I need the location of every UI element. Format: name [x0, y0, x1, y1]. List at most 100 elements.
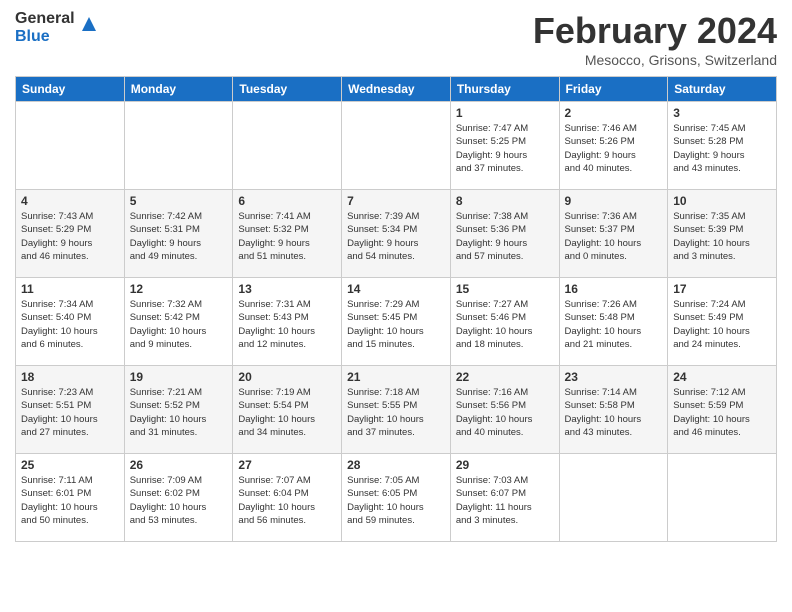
day-number: 17: [673, 282, 771, 296]
day-info: Sunrise: 7:45 AM Sunset: 5:28 PM Dayligh…: [673, 122, 771, 175]
calendar-cell: [668, 454, 777, 542]
calendar-day-header: Saturday: [668, 77, 777, 102]
calendar-cell: [342, 102, 451, 190]
day-number: 13: [238, 282, 336, 296]
logo-blue-text: Blue: [15, 28, 75, 46]
calendar-cell: [124, 102, 233, 190]
calendar-week-row: 25 Sunrise: 7:11 AM Sunset: 6:01 PM Dayli…: [16, 454, 777, 542]
calendar-cell: 27 Sunrise: 7:07 AM Sunset: 6:04 PM Dayli…: [233, 454, 342, 542]
calendar-cell: 15Sunrise: 7:27 AM Sunset: 5:46 PM Dayli…: [450, 278, 559, 366]
calendar-cell: 28 Sunrise: 7:05 AM Sunset: 6:05 PM Dayli…: [342, 454, 451, 542]
calendar-cell: 24 Sunrise: 7:12 AM Sunset: 5:59 PM Dayli…: [668, 366, 777, 454]
logo-icon: [78, 13, 100, 35]
day-number: 29: [456, 458, 554, 472]
calendar-cell: 17 Sunrise: 7:24 AM Sunset: 5:49 PM Dayli…: [668, 278, 777, 366]
day-info: Sunrise: 7:18 AM Sunset: 5:55 PM Dayligh…: [347, 386, 445, 439]
day-number: 1: [456, 106, 554, 120]
day-info: Sunrise: 7:36 AM Sunset: 5:37 PM Dayligh…: [565, 210, 663, 263]
day-number: 8: [456, 194, 554, 208]
calendar-day-header: Sunday: [16, 77, 125, 102]
day-number: 23: [565, 370, 663, 384]
calendar-cell: 4 Sunrise: 7:43 AM Sunset: 5:29 PM Daylig…: [16, 190, 125, 278]
day-info: Sunrise: 7:05 AM Sunset: 6:05 PM Dayligh…: [347, 474, 445, 527]
calendar-cell: 18 Sunrise: 7:23 AM Sunset: 5:51 PM Dayli…: [16, 366, 125, 454]
day-info: Sunrise: 7:29 AM Sunset: 5:45 PM Dayligh…: [347, 298, 445, 351]
calendar-cell: 12Sunrise: 7:32 AM Sunset: 5:42 PM Dayli…: [124, 278, 233, 366]
day-info: Sunrise: 7:31 AM Sunset: 5:43 PM Dayligh…: [238, 298, 336, 351]
month-title: February 2024: [533, 10, 777, 52]
calendar-cell: 7 Sunrise: 7:39 AM Sunset: 5:34 PM Daylig…: [342, 190, 451, 278]
day-number: 15: [456, 282, 554, 296]
day-number: 2: [565, 106, 663, 120]
calendar-week-row: 4 Sunrise: 7:43 AM Sunset: 5:29 PM Daylig…: [16, 190, 777, 278]
day-number: 25: [21, 458, 119, 472]
day-number: 27: [238, 458, 336, 472]
calendar-cell: 10 Sunrise: 7:35 AM Sunset: 5:39 PM Dayli…: [668, 190, 777, 278]
day-info: Sunrise: 7:26 AM Sunset: 5:48 PM Dayligh…: [565, 298, 663, 351]
day-number: 6: [238, 194, 336, 208]
calendar-day-header: Friday: [559, 77, 668, 102]
calendar-week-row: 1 Sunrise: 7:47 AM Sunset: 5:25 PM Daylig…: [16, 102, 777, 190]
day-number: 14: [347, 282, 445, 296]
calendar-cell: 22Sunrise: 7:16 AM Sunset: 5:56 PM Dayli…: [450, 366, 559, 454]
calendar-cell: 19 Sunrise: 7:21 AM Sunset: 5:52 PM Dayli…: [124, 366, 233, 454]
day-number: 11: [21, 282, 119, 296]
header: General Blue February 2024 Mesocco, Gris…: [15, 10, 777, 68]
day-info: Sunrise: 7:07 AM Sunset: 6:04 PM Dayligh…: [238, 474, 336, 527]
calendar-cell: [16, 102, 125, 190]
day-info: Sunrise: 7:21 AM Sunset: 5:52 PM Dayligh…: [130, 386, 228, 439]
day-info: Sunrise: 7:16 AM Sunset: 5:56 PM Dayligh…: [456, 386, 554, 439]
calendar-cell: 29Sunrise: 7:03 AM Sunset: 6:07 PM Dayli…: [450, 454, 559, 542]
location: Mesocco, Grisons, Switzerland: [533, 52, 777, 68]
day-info: Sunrise: 7:11 AM Sunset: 6:01 PM Dayligh…: [21, 474, 119, 527]
day-info: Sunrise: 7:38 AM Sunset: 5:36 PM Dayligh…: [456, 210, 554, 263]
calendar-day-header: Monday: [124, 77, 233, 102]
day-number: 21: [347, 370, 445, 384]
day-info: Sunrise: 7:19 AM Sunset: 5:54 PM Dayligh…: [238, 386, 336, 439]
calendar-cell: [233, 102, 342, 190]
day-info: Sunrise: 7:46 AM Sunset: 5:26 PM Dayligh…: [565, 122, 663, 175]
day-number: 19: [130, 370, 228, 384]
day-number: 12: [130, 282, 228, 296]
day-info: Sunrise: 7:41 AM Sunset: 5:32 PM Dayligh…: [238, 210, 336, 263]
day-info: Sunrise: 7:12 AM Sunset: 5:59 PM Dayligh…: [673, 386, 771, 439]
day-info: Sunrise: 7:47 AM Sunset: 5:25 PM Dayligh…: [456, 122, 554, 175]
title-section: February 2024 Mesocco, Grisons, Switzerl…: [533, 10, 777, 68]
calendar-cell: 25 Sunrise: 7:11 AM Sunset: 6:01 PM Dayli…: [16, 454, 125, 542]
calendar-week-row: 18 Sunrise: 7:23 AM Sunset: 5:51 PM Dayli…: [16, 366, 777, 454]
calendar-cell: 6 Sunrise: 7:41 AM Sunset: 5:32 PM Daylig…: [233, 190, 342, 278]
day-number: 18: [21, 370, 119, 384]
day-number: 24: [673, 370, 771, 384]
calendar-cell: 3 Sunrise: 7:45 AM Sunset: 5:28 PM Daylig…: [668, 102, 777, 190]
calendar-cell: 13 Sunrise: 7:31 AM Sunset: 5:43 PM Dayli…: [233, 278, 342, 366]
day-number: 3: [673, 106, 771, 120]
calendar-cell: 16Sunrise: 7:26 AM Sunset: 5:48 PM Dayli…: [559, 278, 668, 366]
day-number: 7: [347, 194, 445, 208]
calendar-cell: 5Sunrise: 7:42 AM Sunset: 5:31 PM Daylig…: [124, 190, 233, 278]
calendar-cell: 8 Sunrise: 7:38 AM Sunset: 5:36 PM Daylig…: [450, 190, 559, 278]
calendar-cell: [559, 454, 668, 542]
calendar-cell: 20 Sunrise: 7:19 AM Sunset: 5:54 PM Dayli…: [233, 366, 342, 454]
day-info: Sunrise: 7:14 AM Sunset: 5:58 PM Dayligh…: [565, 386, 663, 439]
calendar-cell: 2 Sunrise: 7:46 AM Sunset: 5:26 PM Daylig…: [559, 102, 668, 190]
calendar-header-row: SundayMondayTuesdayWednesdayThursdayFrid…: [16, 77, 777, 102]
day-info: Sunrise: 7:35 AM Sunset: 5:39 PM Dayligh…: [673, 210, 771, 263]
logo: General Blue: [15, 10, 100, 45]
day-info: Sunrise: 7:39 AM Sunset: 5:34 PM Dayligh…: [347, 210, 445, 263]
day-info: Sunrise: 7:43 AM Sunset: 5:29 PM Dayligh…: [21, 210, 119, 263]
day-info: Sunrise: 7:24 AM Sunset: 5:49 PM Dayligh…: [673, 298, 771, 351]
calendar-table: SundayMondayTuesdayWednesdayThursdayFrid…: [15, 76, 777, 542]
calendar-cell: 9 Sunrise: 7:36 AM Sunset: 5:37 PM Daylig…: [559, 190, 668, 278]
day-number: 9: [565, 194, 663, 208]
calendar-day-header: Thursday: [450, 77, 559, 102]
calendar-cell: 11Sunrise: 7:34 AM Sunset: 5:40 PM Dayli…: [16, 278, 125, 366]
day-number: 10: [673, 194, 771, 208]
day-number: 4: [21, 194, 119, 208]
day-number: 20: [238, 370, 336, 384]
page: General Blue February 2024 Mesocco, Gris…: [0, 0, 792, 612]
calendar-day-header: Wednesday: [342, 77, 451, 102]
day-number: 28: [347, 458, 445, 472]
day-info: Sunrise: 7:23 AM Sunset: 5:51 PM Dayligh…: [21, 386, 119, 439]
logo-general-text: General: [15, 10, 75, 28]
calendar-day-header: Tuesday: [233, 77, 342, 102]
